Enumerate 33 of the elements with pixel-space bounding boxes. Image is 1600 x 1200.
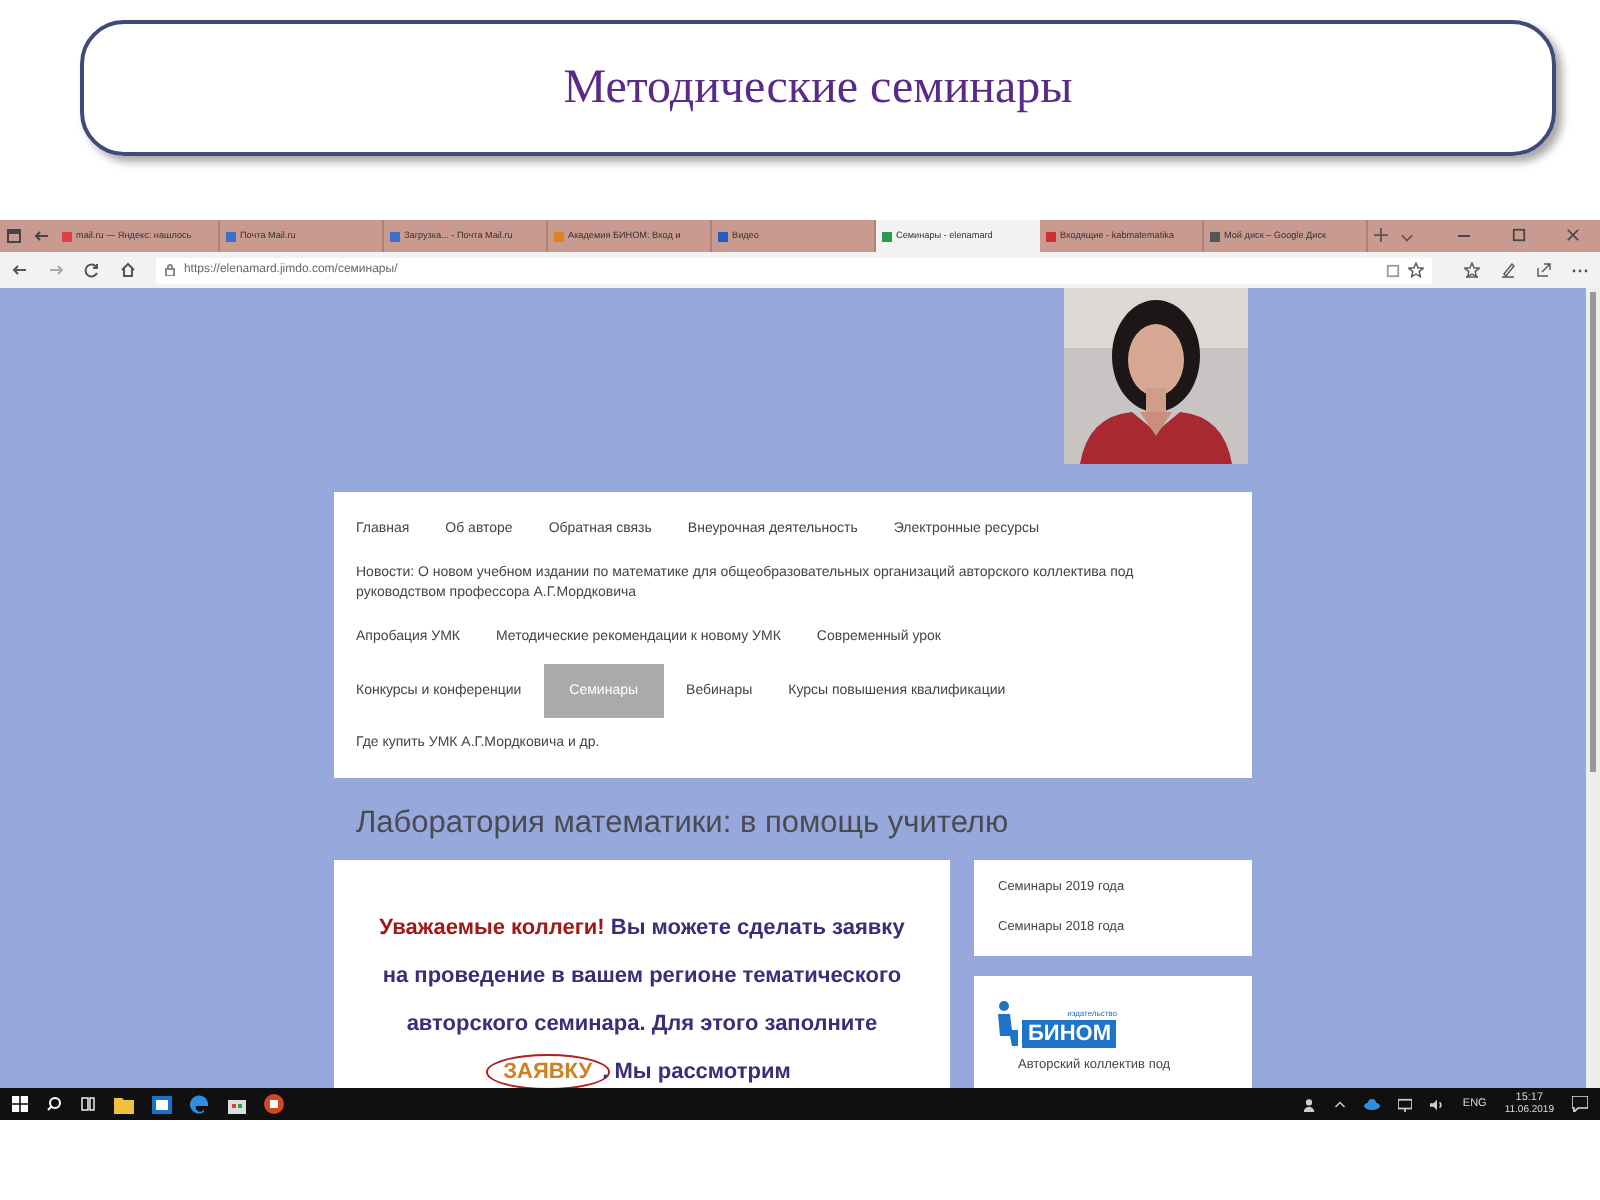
maximize-icon[interactable] (1512, 228, 1526, 242)
pen-icon[interactable] (1500, 262, 1517, 278)
plus-icon[interactable] (1374, 228, 1388, 242)
windows-icon[interactable] (12, 1096, 28, 1112)
bag-icon[interactable] (228, 1095, 246, 1113)
slide-title: Методические семинары (563, 60, 1073, 118)
cloud-icon[interactable] (1364, 1098, 1381, 1110)
task-view-icon[interactable] (80, 1096, 96, 1112)
network-icon[interactable] (1398, 1097, 1413, 1111)
tabs-icon[interactable] (6, 228, 22, 244)
reading-view-icon[interactable] (1386, 263, 1401, 277)
back-icon[interactable] (12, 262, 28, 278)
favorites-icon[interactable] (1464, 262, 1481, 278)
lock-icon (163, 264, 176, 276)
share-icon[interactable] (1536, 262, 1553, 278)
speaker-icon[interactable] (1430, 1097, 1445, 1111)
folder-icon[interactable] (114, 1095, 134, 1113)
mail-app-icon[interactable] (152, 1095, 172, 1113)
more-icon[interactable] (1572, 267, 1589, 273)
chevron-down-icon[interactable] (1400, 230, 1414, 244)
scrollbar[interactable] (1586, 288, 1600, 1088)
star-icon[interactable] (1408, 262, 1425, 278)
close-icon[interactable] (1566, 228, 1580, 242)
page-heading: Лаборатория математики: в помощь учителю (356, 804, 1011, 844)
presentation-app-icon[interactable] (264, 1094, 284, 1114)
back-tab-icon[interactable] (34, 228, 50, 244)
search-icon[interactable] (46, 1096, 62, 1112)
notification-icon[interactable] (1572, 1096, 1588, 1112)
chevron-up-icon[interactable] (1334, 1098, 1347, 1110)
home-icon[interactable] (119, 262, 136, 278)
refresh-icon[interactable] (83, 262, 100, 278)
edge-icon[interactable] (190, 1094, 210, 1114)
person-icon[interactable] (1302, 1097, 1317, 1111)
